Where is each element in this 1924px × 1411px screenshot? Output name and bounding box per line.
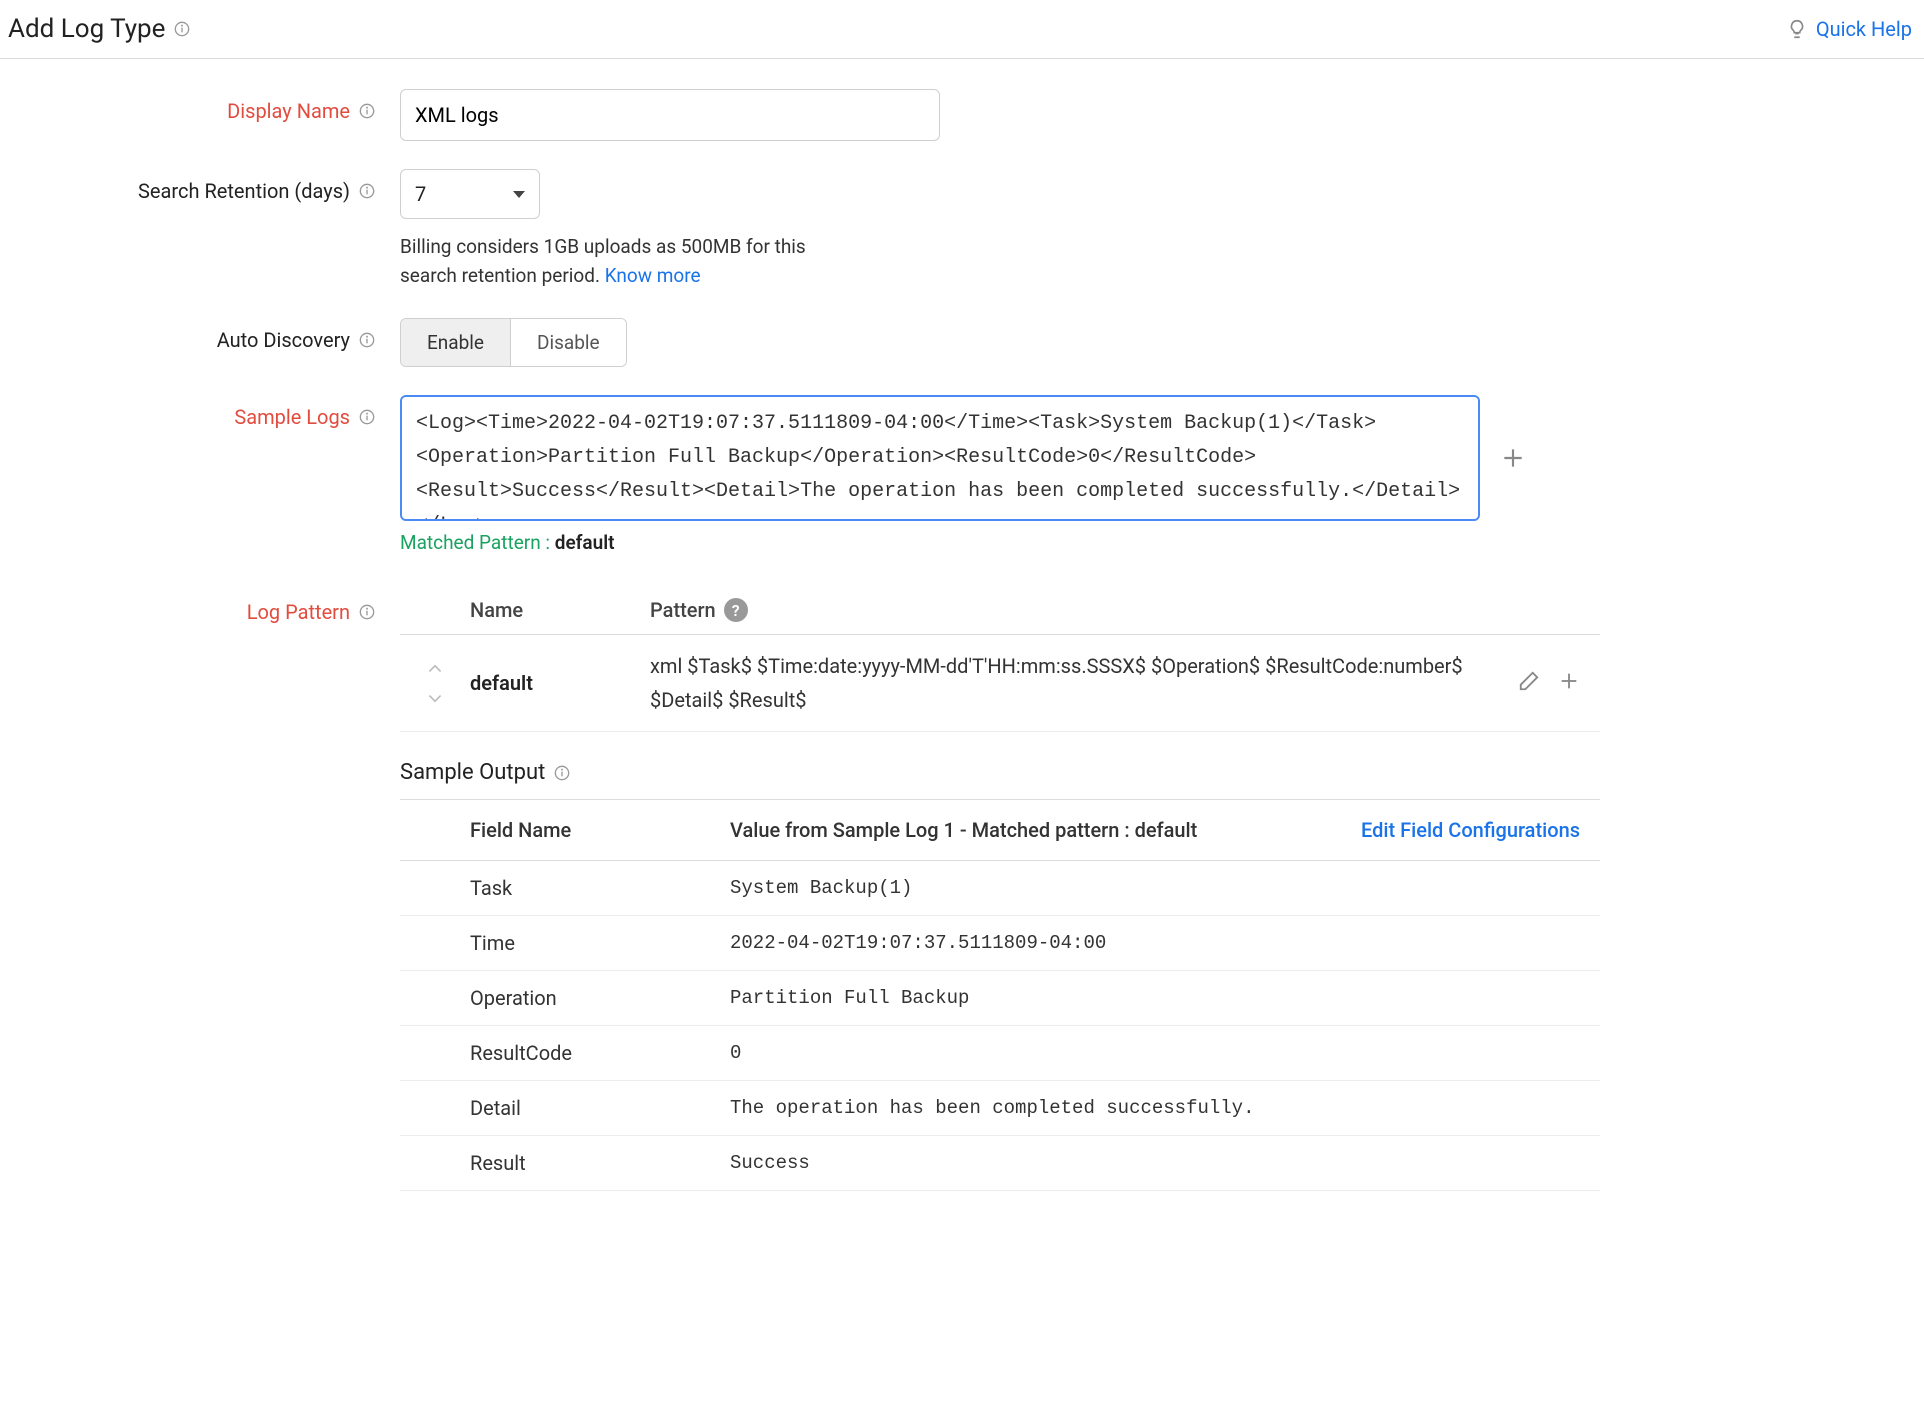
output-field-name: Detail <box>470 1096 730 1120</box>
output-field-name: Time <box>470 931 730 955</box>
retention-label: Search Retention (days) <box>0 169 400 203</box>
log-pattern-label: Log Pattern <box>0 582 400 624</box>
info-icon[interactable] <box>173 20 191 38</box>
sample-logs-label: Sample Logs <box>0 395 400 429</box>
pattern-table: Name Pattern ? default xml $Task$ $Time:… <box>400 586 1600 732</box>
output-row: TaskSystem Backup(1) <box>400 861 1600 916</box>
display-name-label: Display Name <box>0 89 400 123</box>
know-more-link[interactable]: Know more <box>605 264 701 287</box>
edit-field-config-link[interactable]: Edit Field Configurations <box>1361 818 1580 842</box>
add-sample-log-button[interactable] <box>1500 445 1526 471</box>
move-down-button[interactable] <box>427 687 443 708</box>
output-field-name: Operation <box>470 986 730 1010</box>
display-name-input[interactable] <box>400 89 940 141</box>
output-col-field: Field Name <box>470 818 730 842</box>
info-icon[interactable] <box>358 102 376 120</box>
move-up-button[interactable] <box>427 658 443 679</box>
output-field-value: 2022-04-02T19:07:37.5111809-04:00 <box>730 932 1340 954</box>
sample-logs-textarea[interactable]: <Log><Time>2022-04-02T19:07:37.5111809-0… <box>400 395 1480 521</box>
pattern-name: default <box>470 671 650 695</box>
output-field-value: 0 <box>730 1042 1340 1064</box>
output-row: ResultSuccess <box>400 1136 1600 1191</box>
output-field-value: Partition Full Backup <box>730 987 1340 1009</box>
retention-select[interactable]: 7 <box>400 169 540 219</box>
output-field-value: The operation has been completed success… <box>730 1097 1340 1119</box>
retention-hint: Billing considers 1GB uploads as 500MB f… <box>400 233 860 290</box>
output-field-name: ResultCode <box>470 1041 730 1065</box>
help-icon[interactable]: ? <box>724 598 748 622</box>
output-field-name: Result <box>470 1151 730 1175</box>
info-icon[interactable] <box>553 764 571 782</box>
info-icon[interactable] <box>358 408 376 426</box>
output-field-value: Success <box>730 1152 1340 1174</box>
info-icon[interactable] <box>358 331 376 349</box>
pattern-col-pattern: Pattern ? <box>650 598 1500 622</box>
chevron-down-icon <box>513 191 525 198</box>
auto-discovery-label: Auto Discovery <box>0 318 400 352</box>
output-field-value: System Backup(1) <box>730 877 1340 899</box>
output-row: DetailThe operation has been completed s… <box>400 1081 1600 1136</box>
quick-help-text: Quick Help <box>1816 17 1912 41</box>
output-col-value: Value from Sample Log 1 - Matched patter… <box>730 818 1340 842</box>
info-icon[interactable] <box>358 603 376 621</box>
quick-help-link[interactable]: Quick Help <box>1786 17 1912 41</box>
disable-button[interactable]: Disable <box>511 319 626 366</box>
auto-discovery-toggle: Enable Disable <box>400 318 627 367</box>
output-row: ResultCode0 <box>400 1026 1600 1081</box>
pattern-text: xml $Task$ $Time:date:yyyy-MM-dd'T'HH:mm… <box>650 649 1500 717</box>
matched-pattern-text: Matched Pattern : default <box>400 531 1632 554</box>
info-icon[interactable] <box>358 182 376 200</box>
add-pattern-button[interactable] <box>1558 670 1580 697</box>
output-field-name: Task <box>470 876 730 900</box>
pattern-row: default xml $Task$ $Time:date:yyyy-MM-dd… <box>400 635 1600 732</box>
lightbulb-icon <box>1786 18 1808 40</box>
sample-output-title: Sample Output <box>400 760 1632 785</box>
retention-value: 7 <box>415 182 426 206</box>
sample-output-table: Field Name Value from Sample Log 1 - Mat… <box>400 799 1600 1191</box>
output-row: Time2022-04-02T19:07:37.5111809-04:00 <box>400 916 1600 971</box>
page-title-text: Add Log Type <box>8 14 165 44</box>
edit-pattern-button[interactable] <box>1518 670 1540 697</box>
enable-button[interactable]: Enable <box>401 319 511 366</box>
page-title: Add Log Type <box>8 14 191 44</box>
output-row: OperationPartition Full Backup <box>400 971 1600 1026</box>
pattern-col-name: Name <box>470 598 650 622</box>
